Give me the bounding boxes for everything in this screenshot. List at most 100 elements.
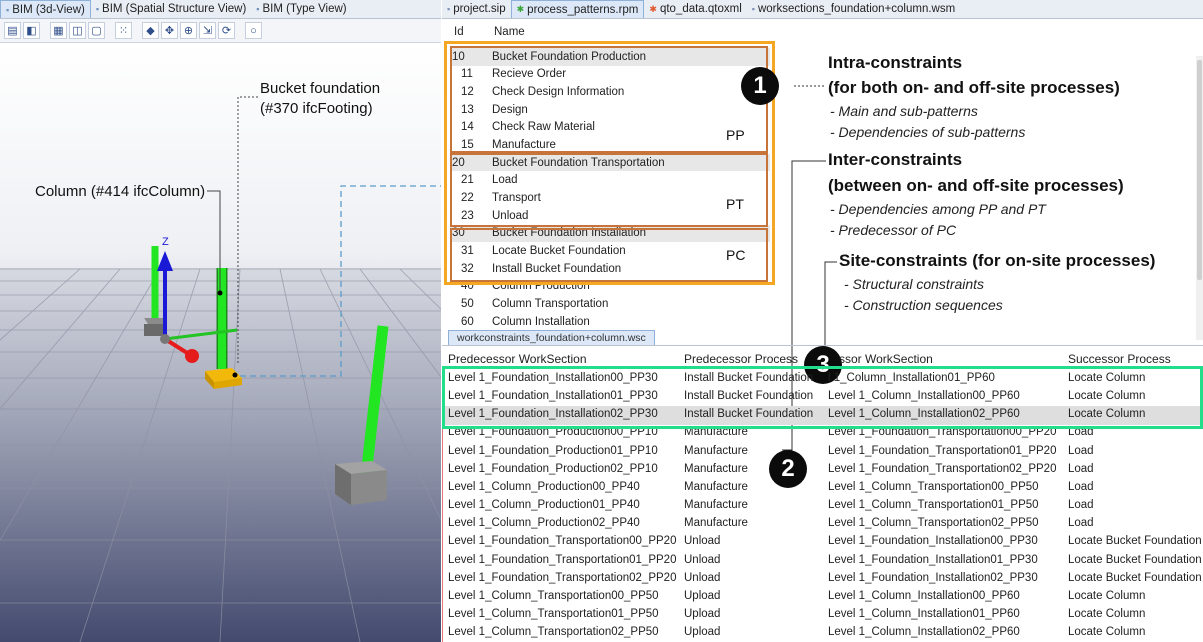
- view-icon: ▪: [256, 4, 260, 14]
- table-row[interactable]: Level 1_Foundation_Production01_PP10 Manu…: [442, 443, 1203, 462]
- axis-z-label: Z: [162, 236, 169, 248]
- view-icon: ▪: [95, 4, 100, 14]
- edges-icon[interactable]: ◫: [69, 22, 86, 39]
- successor-worksection-cell: Level 1_Column_Installation01_PP60: [828, 607, 1020, 620]
- bim-3d-view-pane: ▪ BIM (3d-View) ▪ BIM (Spatial Structure V…: [0, 0, 441, 642]
- transparent-icon[interactable]: ▢: [88, 22, 105, 39]
- predecessor-worksection-cell: Level 1_Column_Transportation02_PP50: [448, 626, 659, 639]
- predecessor-worksection-cell: Level 1_Foundation_Production01_PP10: [448, 444, 658, 457]
- reset-icon[interactable]: ○: [245, 22, 262, 39]
- table-row[interactable]: Level 1_Foundation_Production02_PP10 Manu…: [442, 461, 1203, 480]
- callout-1: 1: [741, 67, 779, 105]
- successor-worksection-cell: Level 1_Foundation_Installation02_PP30: [828, 571, 1038, 584]
- fit-icon[interactable]: ⇲: [199, 22, 216, 39]
- tab-bim-3d-view[interactable]: ▪ BIM (3d-View): [0, 0, 91, 18]
- intra-constraints-scope: (for both on- and off-site processes): [828, 78, 1120, 97]
- bucket-foundation-label: Bucket foundation: [260, 80, 381, 97]
- pan-icon[interactable]: ✥: [161, 22, 178, 39]
- wireframe-icon[interactable]: ▦: [50, 22, 67, 39]
- predecessor-worksection-cell: Level 1_Foundation_Transportation02_PP20: [448, 571, 677, 584]
- predecessor-process-cell: Manufacture: [684, 499, 748, 512]
- table-row[interactable]: Level 1_Foundation_Transportation01_PP20…: [442, 552, 1203, 571]
- intra-constraints-title: Intra-constraints: [828, 53, 963, 72]
- successor-process-cell: Locate Bucket Foundation: [1068, 535, 1202, 548]
- predecessor-worksection-cell: Level 1_Column_Production01_PP40: [448, 499, 640, 512]
- both-view-icon[interactable]: ◧: [23, 22, 40, 39]
- table-row[interactable]: Level 1_Foundation_Transportation02_PP20…: [442, 570, 1203, 589]
- successor-worksection-cell: Level 1_Foundation_Installation00_PP30: [828, 535, 1038, 548]
- work-constraints-table: Predecessor WorkSection Predecessor Proc…: [442, 345, 1203, 642]
- header-successor-worksection[interactable]: ssor WorkSection: [839, 352, 933, 366]
- predecessor-worksection-cell: Level 1_Column_Transportation01_PP50: [448, 607, 659, 620]
- predecessor-worksection-cell: Level 1_Foundation_Transportation01_PP20: [448, 553, 677, 566]
- zoom-icon[interactable]: ⊕: [180, 22, 197, 39]
- inter-constraints-item-1: - Dependencies among PP and PT: [830, 201, 1046, 217]
- predecessor-process-cell: Unload: [684, 571, 721, 584]
- successor-process-cell: Locate Bucket Foundation: [1068, 553, 1202, 566]
- successor-process-cell: Load: [1068, 517, 1094, 530]
- predecessor-worksection-cell: Level 1_Column_Production00_PP40: [448, 480, 640, 493]
- successor-worksection-cell: Level 1_Foundation_Transportation01_PP20: [828, 444, 1057, 457]
- successor-worksection-cell: Level 1_Column_Transportation01_PP50: [828, 499, 1039, 512]
- grid-icon[interactable]: ⁙: [115, 22, 132, 39]
- predecessor-process-cell: Upload: [684, 607, 721, 620]
- successor-worksection-cell: Level 1_Column_Transportation00_PP50: [828, 480, 1039, 493]
- site-constraints-box: [442, 366, 1203, 429]
- successor-process-cell: Locate Column: [1068, 589, 1146, 602]
- site-constraints-item-2: - Construction sequences: [844, 297, 1003, 313]
- foundation-block-right[interactable]: [335, 461, 387, 505]
- predecessor-worksection-cell: Level 1_Column_Production02_PP40: [448, 517, 640, 530]
- table-row[interactable]: Level 1_Column_Production00_PP40 Manufact…: [442, 479, 1203, 498]
- 3d-viewport[interactable]: Bucket foundation (#370 ifcFooting) Colu…: [0, 43, 441, 642]
- site-constraints-item-1: - Structural constraints: [844, 276, 985, 292]
- predecessor-worksection-cell: Level 1_Column_Transportation00_PP50: [448, 589, 659, 602]
- bucket-foundation-id-label: (#370 ifcFooting): [260, 100, 373, 117]
- successor-worksection-cell: Level 1_Column_Transportation02_PP50: [828, 517, 1039, 530]
- view-icon: ▪: [6, 4, 10, 15]
- table-row[interactable]: Level 1_Column_Transportation02_PP50 Uplo…: [442, 624, 1203, 642]
- 3d-scene: [0, 43, 441, 642]
- predecessor-process-cell: Manufacture: [684, 462, 748, 475]
- predecessor-worksection-cell: Level 1_Foundation_Transportation00_PP20: [448, 535, 677, 548]
- site-constraints-title: Site-constraints (for on-site processes): [839, 251, 1156, 270]
- successor-worksection-cell: Level 1_Column_Installation00_PP60: [828, 589, 1020, 602]
- predecessor-process-cell: Upload: [684, 589, 721, 602]
- table-row[interactable]: Level 1_Foundation_Transportation00_PP20…: [442, 533, 1203, 552]
- successor-worksection-cell: Level 1_Column_Installation02_PP60: [828, 626, 1020, 639]
- header-successor-process[interactable]: Successor Process: [1068, 352, 1171, 366]
- rotate-icon[interactable]: ⟳: [218, 22, 235, 39]
- tab-workconstraints-wsc[interactable]: workconstraints_foundation+column.wsc: [448, 330, 655, 345]
- table-row[interactable]: Level 1_Column_Production01_PP40 Manufact…: [442, 497, 1203, 516]
- inter-constraints-scope: (between on- and off-site processes): [828, 176, 1124, 195]
- solid-view-icon[interactable]: ▤: [4, 22, 21, 39]
- tab-bim-type-view[interactable]: ▪ BIM (Type View): [251, 0, 351, 18]
- inter-constraints-title: Inter-constraints: [828, 150, 963, 169]
- successor-worksection-cell: Level 1_Foundation_Transportation02_PP20: [828, 462, 1057, 475]
- inter-constraints-item-2: - Predecessor of PC: [830, 222, 957, 238]
- select-icon[interactable]: ◆: [142, 22, 159, 39]
- bim-toolbar: ▤ ◧ ▦ ◫ ▢ ⁙ ◆ ✥ ⊕ ⇲ ⟳ ○: [0, 19, 441, 43]
- predecessor-process-cell: Manufacture: [684, 480, 748, 493]
- table-row[interactable]: Level 1_Column_Transportation01_PP50 Uplo…: [442, 606, 1203, 625]
- predecessor-process-cell: Upload: [684, 626, 721, 639]
- tab-bim-spatial-structure-view[interactable]: ▪ BIM (Spatial Structure View): [91, 0, 251, 18]
- header-predecessor-worksection[interactable]: Predecessor WorkSection: [448, 352, 587, 366]
- predecessor-process-cell: Manufacture: [684, 517, 748, 530]
- predecessor-worksection-cell: Level 1_Foundation_Production02_PP10: [448, 462, 658, 475]
- successor-process-cell: Load: [1068, 444, 1094, 457]
- successor-worksection-cell: Level 1_Foundation_Installation01_PP30: [828, 553, 1038, 566]
- table-row[interactable]: Level 1_Column_Production02_PP40 Manufact…: [442, 515, 1203, 534]
- successor-process-cell: Locate Bucket Foundation: [1068, 571, 1202, 584]
- header-predecessor-process[interactable]: Predecessor Process: [684, 352, 798, 366]
- successor-process-cell: Locate Column: [1068, 626, 1146, 639]
- table-row[interactable]: Level 1_Column_Transportation00_PP50 Uplo…: [442, 588, 1203, 607]
- intra-constraints-item-1: - Main and sub-patterns: [830, 103, 978, 119]
- predecessor-process-cell: Unload: [684, 553, 721, 566]
- predecessor-process-cell: Manufacture: [684, 444, 748, 457]
- predecessor-process-cell: Unload: [684, 535, 721, 548]
- inter-constraints-marker: [442, 429, 445, 642]
- successor-process-cell: Locate Column: [1068, 607, 1146, 620]
- editor-pane: ▪ project.sip ✱ process_patterns.rpm ✱ qto_…: [442, 0, 1203, 642]
- successor-process-cell: Load: [1068, 462, 1094, 475]
- successor-process-cell: Load: [1068, 480, 1094, 493]
